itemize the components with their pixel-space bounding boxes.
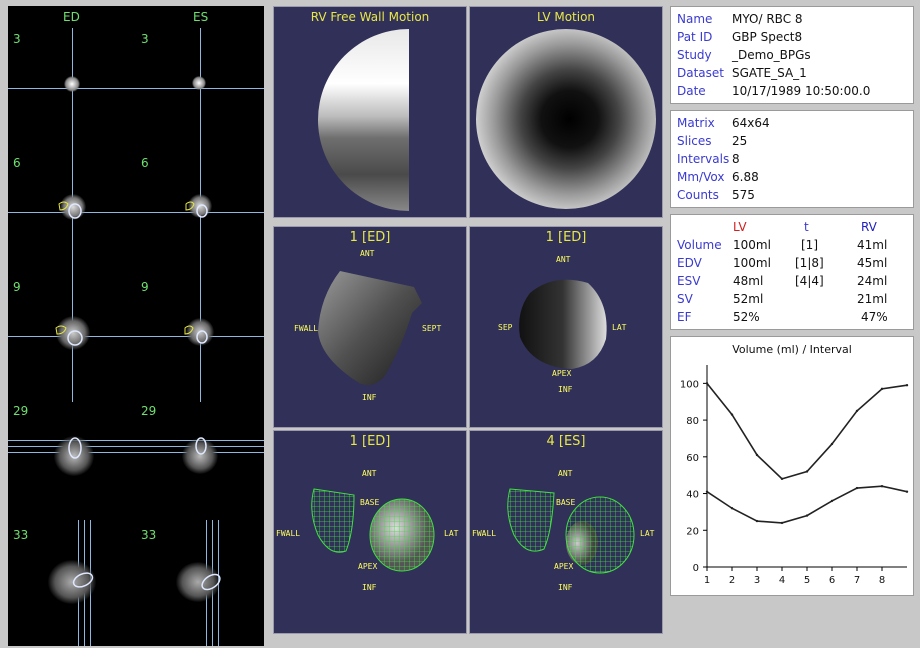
acq-key: Mm/Vox — [677, 170, 725, 184]
acq-key: Matrix — [677, 116, 715, 130]
result-key: Volume — [677, 238, 722, 252]
x-tick-label: 5 — [804, 575, 810, 586]
volume-series-line-1 — [706, 382, 908, 480]
x-tick-label: 7 — [854, 575, 860, 586]
volume-point — [805, 470, 809, 473]
volume-point — [830, 442, 834, 446]
chart-title: Volume (ml) / Interval — [732, 343, 852, 356]
x-tick-label: 6 — [829, 575, 835, 586]
volume-point — [830, 499, 834, 503]
volume-point — [905, 384, 909, 387]
result-key: ESV — [677, 274, 701, 288]
wireframe-render — [311, 488, 435, 572]
y-tick-label: 0 — [693, 563, 699, 574]
heart-surface-render — [318, 271, 422, 386]
patient-value: SGATE_SA_1 — [732, 66, 807, 80]
rv-free-wall-motion-panel[interactable]: RV Free Wall Motion — [273, 6, 467, 218]
volume-point — [780, 477, 784, 481]
y-tick-label: 100 — [680, 379, 699, 390]
result-rv: 21ml — [857, 292, 888, 306]
patient-value: GBP Spect8 — [732, 30, 803, 44]
slice-images-panel[interactable]: ED ES 3 3 6 6 9 9 29 29 33 33 — [8, 6, 264, 646]
volume-interval-chart: Volume (ml) / Interval 0 20 40 60 80 100 1 2 3 4 5… — [680, 343, 909, 586]
contour-overlay — [55, 201, 221, 591]
column-header-t: t — [804, 220, 809, 234]
result-lv: 52% — [733, 310, 760, 324]
lv-motion-sphere — [476, 29, 656, 209]
result-t: [1|8] — [795, 256, 824, 270]
x-tick-label: 1 — [704, 575, 710, 586]
acq-value: 8 — [732, 152, 740, 166]
volume-point — [805, 514, 809, 517]
ed-wireframe-panel[interactable]: 1 [ED] ANT INF APEX BASE FWALL LAT — [273, 430, 467, 634]
result-lv: 48ml — [733, 274, 764, 288]
acquisition-info-box: Matrix 64x64 Slices 25 Intervals 8 Mm/Vo… — [670, 110, 914, 208]
heart-surface-render — [519, 279, 607, 369]
result-lv: 52ml — [733, 292, 764, 306]
rv-motion-sphere — [318, 29, 466, 211]
y-tick-label: 60 — [686, 453, 699, 464]
result-key: EF — [677, 310, 692, 324]
patient-key: Name — [677, 12, 713, 26]
result-rv: 24ml — [857, 274, 888, 288]
patient-info-box: Name MYO/ RBC 8 Pat ID GBP Spect8 Study … — [670, 6, 914, 104]
volume-point — [855, 486, 859, 490]
volume-point — [905, 490, 909, 493]
acq-value: 25 — [732, 134, 748, 148]
result-key: SV — [677, 292, 693, 306]
patient-key: Pat ID — [677, 30, 713, 44]
result-rv: 41ml — [857, 238, 888, 252]
volume-point — [705, 490, 709, 493]
patient-value: _Demo_BPGs — [732, 48, 811, 62]
volume-point — [855, 409, 859, 413]
acq-key: Counts — [677, 188, 719, 202]
column-header-lv: LV — [733, 220, 747, 234]
acq-value: 64x64 — [732, 116, 770, 130]
volume-point — [705, 382, 709, 385]
panel-title: LV Motion — [536, 10, 596, 24]
volume-point — [880, 387, 884, 391]
result-lv: 100ml — [733, 238, 771, 252]
volume-point — [755, 453, 759, 457]
result-rv: 45ml — [857, 256, 888, 270]
acq-key: Slices — [677, 134, 712, 148]
es-wireframe-panel[interactable]: 4 [ES] ANT INF APEX BASE FWALL LAT — [469, 430, 663, 634]
acq-key: Intervals — [677, 152, 730, 166]
y-tick-label: 20 — [686, 526, 699, 537]
result-rv: 47% — [861, 310, 888, 324]
result-lv: 100ml — [733, 256, 771, 270]
ed-surface-panel-right[interactable]: 1 [ED] ANT INF APEX SEP LAT — [469, 226, 663, 428]
volume-point — [730, 507, 734, 510]
patient-key: Date — [677, 84, 706, 98]
volume-point — [755, 519, 759, 523]
volume-chart-box: Volume (ml) / Interval 0 20 40 60 80 100 1 2 3 4 5… — [670, 336, 914, 596]
acq-value: 575 — [732, 188, 755, 202]
volume-point — [780, 521, 784, 525]
panel-title: RV Free Wall Motion — [310, 10, 430, 24]
result-key: EDV — [677, 256, 702, 270]
y-tick-label: 40 — [686, 490, 699, 501]
wireframe-render — [507, 488, 635, 574]
x-tick-label: 3 — [754, 575, 760, 586]
results-table-box: LV t RV Volume 100ml [1] 41ml EDV 100ml … — [670, 214, 914, 330]
y-tick-label: 80 — [686, 416, 699, 427]
acq-value: 6.88 — [732, 170, 759, 184]
patient-value: 10/17/1989 10:50:00.0 — [732, 84, 871, 98]
lv-motion-panel[interactable]: LV Motion — [469, 6, 663, 218]
volume-point — [730, 413, 734, 416]
volume-series-line-2 — [706, 485, 908, 524]
patient-key: Dataset — [677, 66, 724, 80]
patient-value: MYO/ RBC 8 — [732, 12, 803, 26]
patient-key: Study — [677, 48, 712, 62]
x-tick-label: 2 — [729, 575, 735, 586]
column-header-rv: RV — [861, 220, 877, 234]
ed-surface-panel-left[interactable]: 1 [ED] ANT INF APEX FWALL SEPT — [273, 226, 467, 428]
volume-point — [880, 485, 884, 488]
result-t: [4|4] — [795, 274, 824, 288]
result-t: [1] — [801, 238, 818, 252]
x-tick-label: 8 — [879, 575, 885, 586]
x-tick-label: 4 — [779, 575, 785, 586]
